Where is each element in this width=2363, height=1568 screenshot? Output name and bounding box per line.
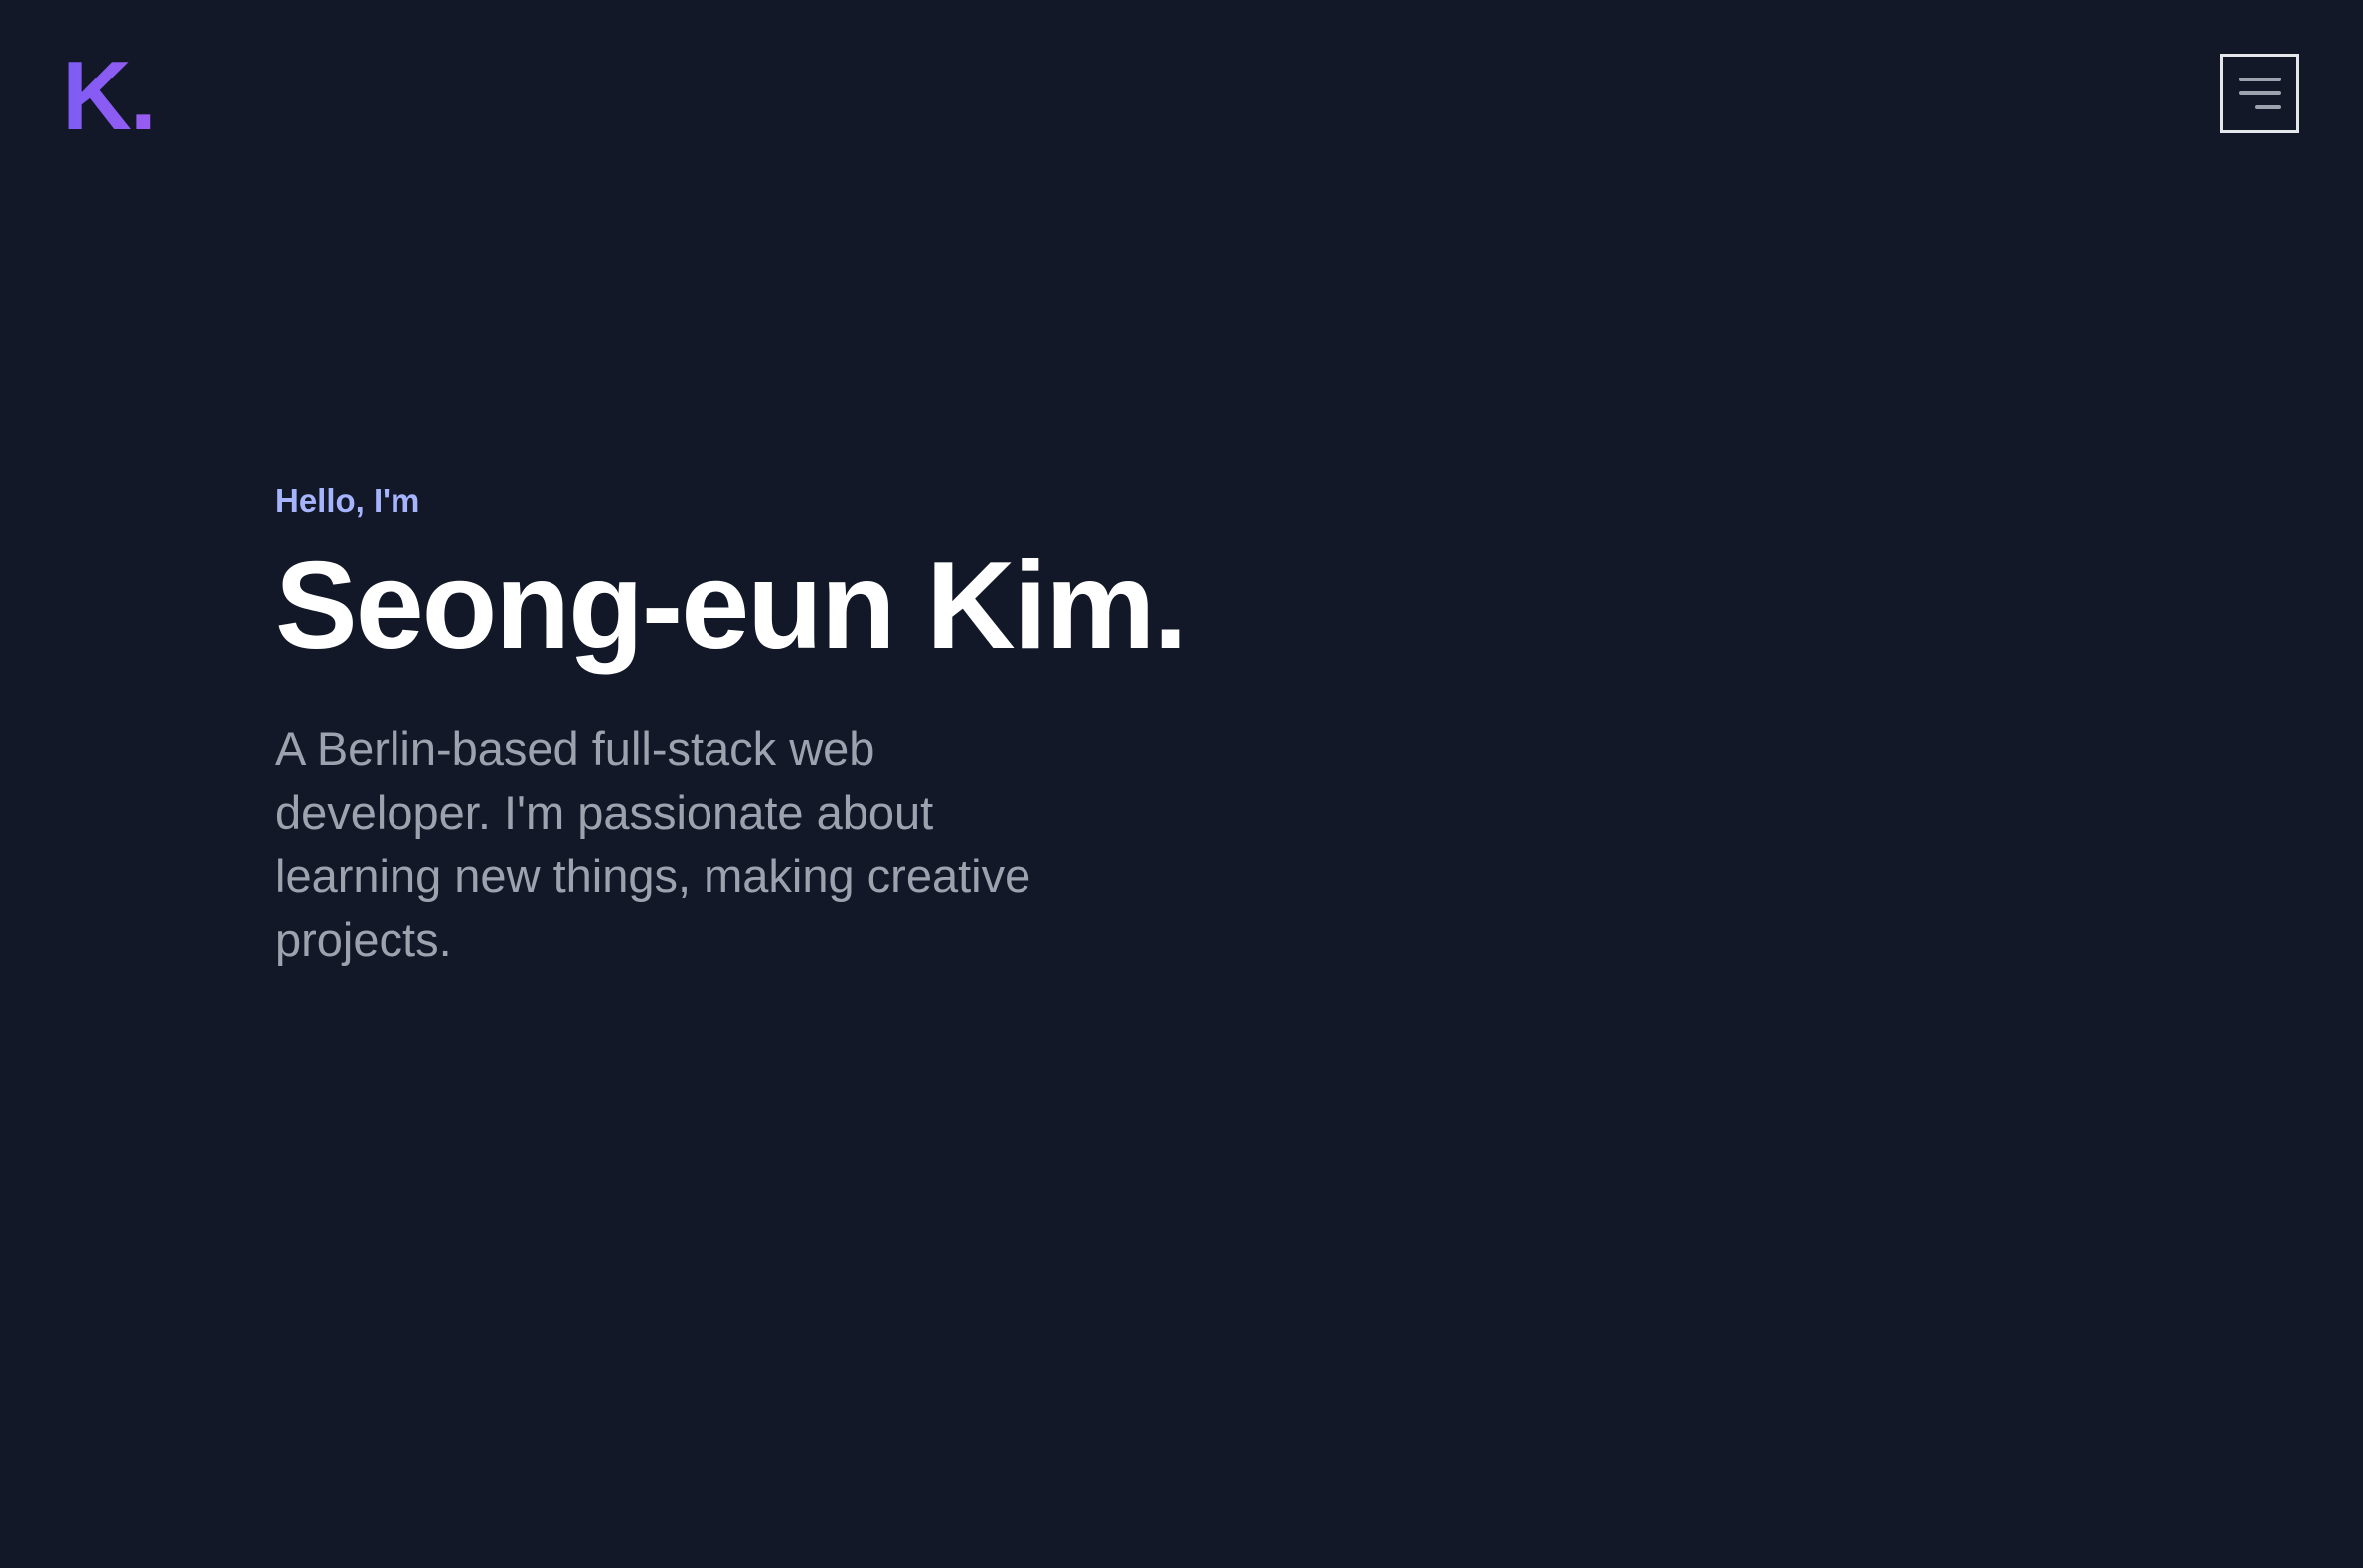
hero-bio: A Berlin-based full-stack web developer.… — [275, 722, 1031, 966]
hero-name-heading: Seong-eun Kim. — [275, 538, 1187, 675]
hamburger-menu-icon — [2239, 78, 2281, 109]
menu-button[interactable] — [2220, 54, 2299, 133]
site-logo[interactable]: K. — [62, 44, 157, 147]
hero-section: Hello, I'm Seong-eun Kim. A Berlin-based… — [275, 475, 1269, 972]
page: { "header": { "logo_text": "K.", "menu_i… — [0, 0, 2363, 1568]
greeting-text: Hello, I'm — [275, 482, 420, 519]
